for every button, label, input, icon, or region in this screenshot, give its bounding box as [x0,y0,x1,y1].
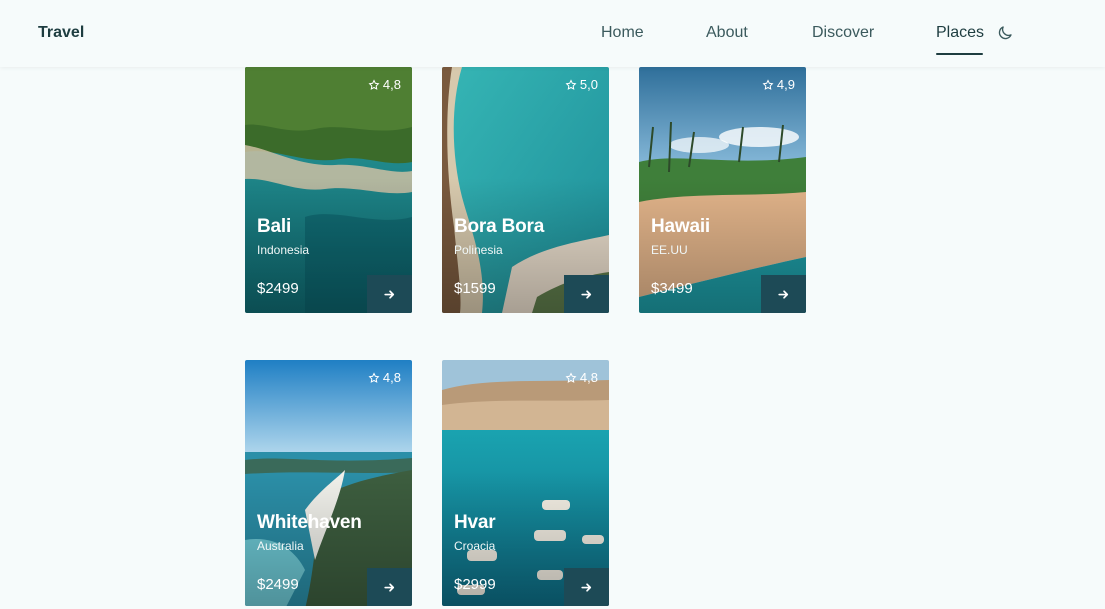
star-icon [762,78,774,90]
place-country: EE.UU [651,243,688,257]
moon-icon[interactable] [996,24,1014,42]
place-country: Croacia [454,539,496,553]
rating: 4,8 [368,77,401,92]
place-price: $2999 [454,576,496,593]
header: Travel Home About Discover Places [0,0,1105,67]
rating: 4,8 [565,370,598,385]
place-card-hawaii[interactable]: 4,9 Hawaii EE.UU $3499 [639,67,806,313]
nav-about[interactable]: About [706,24,748,42]
nav-discover[interactable]: Discover [812,24,874,42]
place-card-whitehaven[interactable]: 4,8 Whitehaven Australia $2499 [245,360,412,606]
arrow-button[interactable] [761,275,806,313]
place-country: Polinesia [454,243,503,257]
logo[interactable]: Travel [38,24,84,42]
place-card-bora-bora[interactable]: 5,0 Bora Bora Polinesia $1599 [442,67,609,313]
place-title: Bali [257,216,292,237]
nav-places[interactable]: Places [936,24,984,42]
place-card-hvar[interactable]: 4,8 Hvar Croacia $2999 [442,360,609,606]
place-country: Indonesia [257,243,310,257]
place-title: Hvar [454,512,496,533]
star-icon [368,371,380,383]
arrow-right-icon [581,289,592,299]
arrow-right-icon [778,289,789,299]
arrow-button[interactable] [367,568,412,606]
arrow-button[interactable] [564,568,609,606]
place-price: $2499 [257,280,299,297]
star-icon [368,78,380,90]
place-price: $3499 [651,280,693,297]
star-icon [565,371,577,383]
nav-home[interactable]: Home [601,24,644,42]
place-title: Whitehaven [257,512,362,533]
arrow-button[interactable] [367,275,412,313]
rating: 4,8 [368,370,401,385]
place-title: Bora Bora [454,216,545,237]
place-card-bali[interactable]: 4,8 Bali Indonesia $2499 [245,67,412,313]
star-icon [565,78,577,90]
arrow-button[interactable] [564,275,609,313]
arrow-right-icon [581,582,592,592]
rating: 4,9 [762,77,795,92]
place-price: $2499 [257,576,299,593]
rating: 5,0 [565,77,598,92]
active-nav-indicator [936,53,983,55]
place-price: $1599 [454,280,496,297]
place-title: Hawaii [651,216,710,237]
arrow-right-icon [384,289,395,299]
arrow-right-icon [384,582,395,592]
place-country: Australia [257,539,304,553]
